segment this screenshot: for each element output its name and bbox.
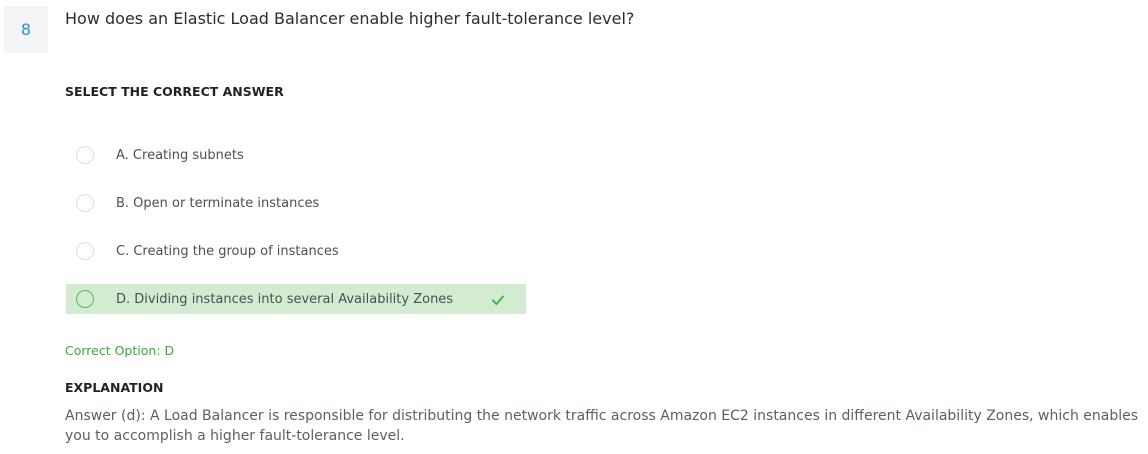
option-d[interactable]: D. Dividing instances into several Avail… bbox=[66, 284, 526, 314]
option-a-label: A. Creating subnets bbox=[116, 147, 244, 163]
correct-option-text: Correct Option: D bbox=[65, 343, 175, 358]
question-page: 8 How does an Elastic Load Balancer enab… bbox=[0, 0, 1148, 454]
select-answer-heading: SELECT THE CORRECT ANSWER bbox=[65, 84, 284, 99]
option-c-label: C. Creating the group of instances bbox=[116, 243, 339, 259]
explanation-text: Answer (d): A Load Balancer is responsib… bbox=[65, 408, 1139, 444]
option-a[interactable]: A. Creating subnets bbox=[66, 140, 526, 170]
explanation-heading: EXPLANATION bbox=[65, 380, 164, 395]
option-b-radio[interactable] bbox=[76, 194, 94, 212]
option-c[interactable]: C. Creating the group of instances bbox=[66, 236, 526, 266]
option-b[interactable]: B. Open or terminate instances bbox=[66, 188, 526, 218]
option-b-label: B. Open or terminate instances bbox=[116, 195, 320, 211]
check-icon bbox=[492, 295, 504, 305]
option-d-radio[interactable] bbox=[76, 290, 94, 308]
question-number: 8 bbox=[4, 6, 48, 53]
option-d-label: D. Dividing instances into several Avail… bbox=[116, 291, 454, 307]
option-a-radio[interactable] bbox=[76, 146, 94, 164]
question-text: How does an Elastic Load Balancer enable… bbox=[65, 9, 635, 28]
option-c-radio[interactable] bbox=[76, 242, 94, 260]
